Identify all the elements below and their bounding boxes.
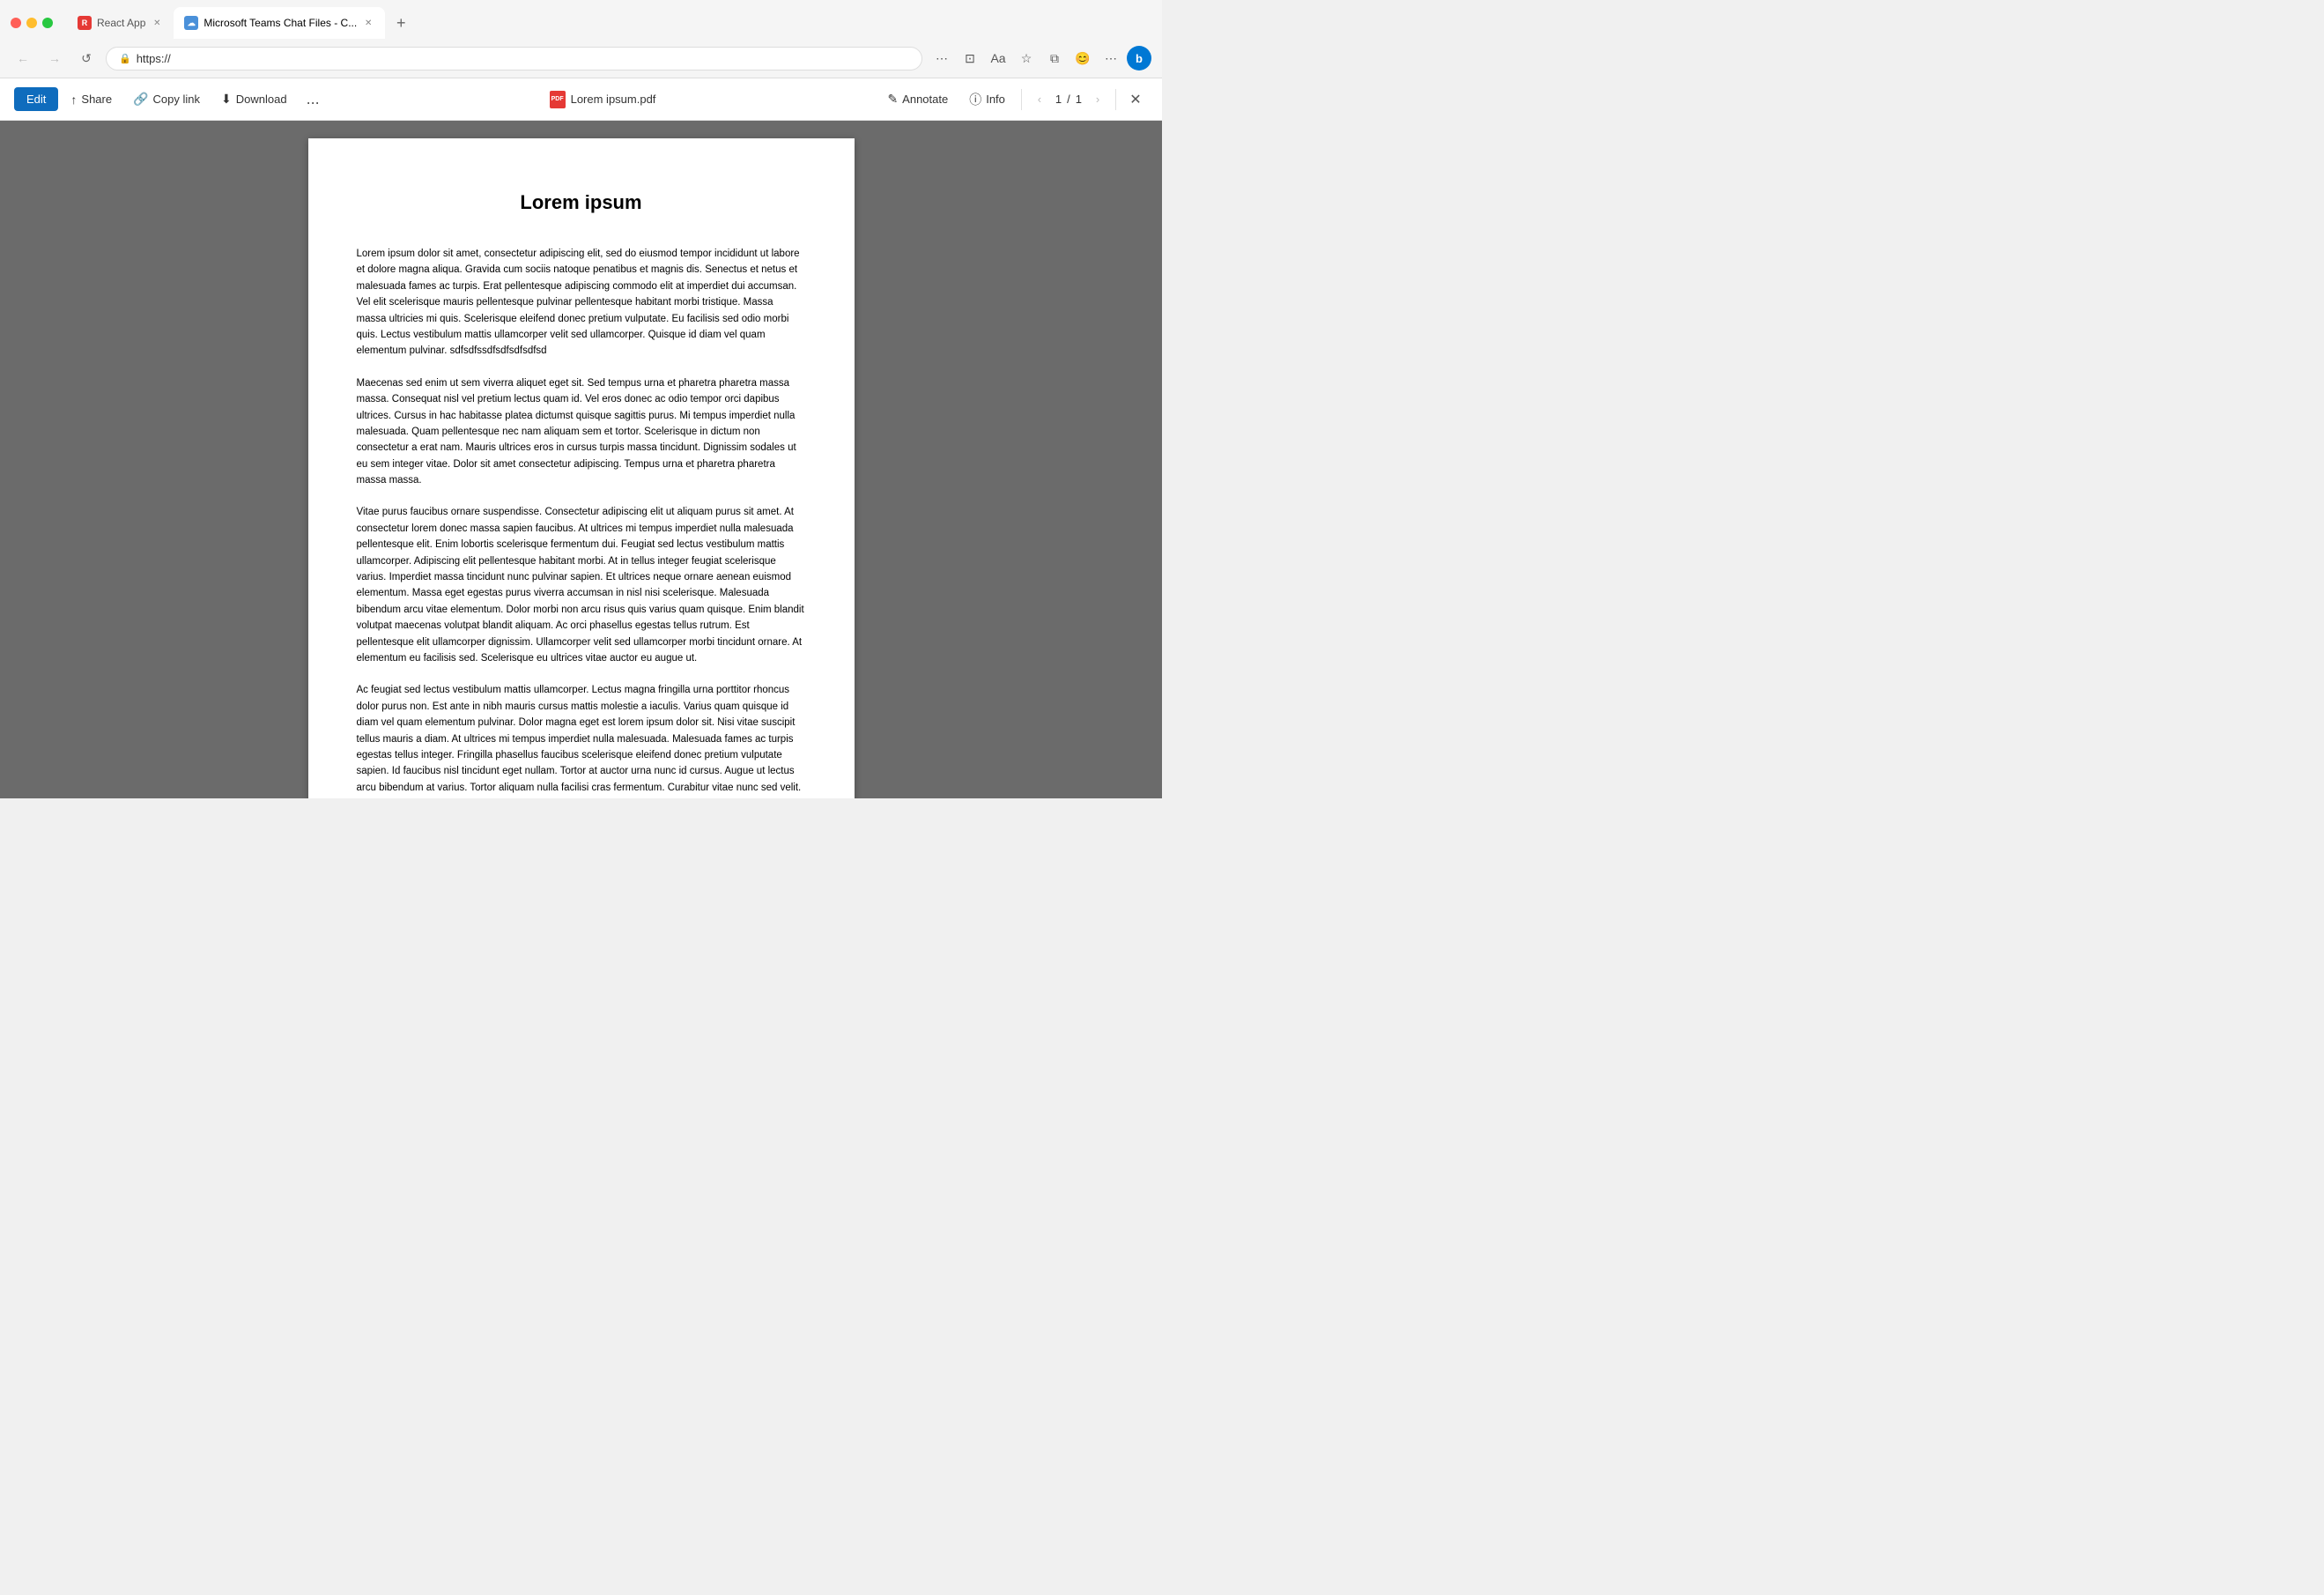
close-pdf-btn[interactable]: ✕ (1123, 87, 1148, 112)
pdf-content-area: Lorem ipsum Lorem ipsum dolor sit amet, … (0, 121, 1162, 798)
share-button[interactable]: ↑ Share (62, 87, 121, 112)
download-button[interactable]: ⬇ Download (212, 86, 296, 112)
tab-react-app-close[interactable]: ✕ (151, 17, 163, 29)
share-icon: ↑ (70, 93, 77, 107)
refresh-btn[interactable]: ↺ (74, 46, 99, 70)
reading-mode-btn[interactable]: Aa (986, 46, 1010, 70)
collections-btn[interactable]: ⧉ (1042, 46, 1067, 70)
url-bar[interactable]: 🔒 https:// (106, 47, 922, 70)
extensions-btn[interactable]: ⋯ (929, 46, 954, 70)
download-icon: ⬇ (221, 92, 232, 107)
maximize-window-btn[interactable] (42, 18, 53, 28)
pdf-navigation: ‹ 1 / 1 › (1029, 89, 1108, 110)
close-window-btn[interactable] (11, 18, 21, 28)
pdf-toolbar: Edit ↑ Share 🔗 Copy link ⬇ Download ... … (0, 78, 1162, 121)
toolbar-divider-2 (1115, 89, 1116, 110)
copy-link-button[interactable]: 🔗 Copy link (124, 86, 209, 112)
browser-actions: ⋯ ⊡ Aa ☆ ⧉ 😊 ⋯ b (929, 46, 1151, 70)
pdf-paragraph-2: Maecenas sed enim ut sem viverra aliquet… (357, 375, 806, 489)
forward-btn[interactable]: → (42, 46, 67, 70)
tab-teams-label: Microsoft Teams Chat Files - C... (204, 17, 357, 29)
tab-bar: R React App ✕ ☁ Microsoft Teams Chat Fil… (0, 0, 1162, 39)
favorites-btn[interactable]: ☆ (1014, 46, 1039, 70)
window-controls (11, 18, 53, 28)
tab-react-app-icon: R (78, 16, 92, 30)
pdf-paragraph-1: Lorem ipsum dolor sit amet, consectetur … (357, 246, 806, 360)
split-screen-btn[interactable]: ⊡ (958, 46, 982, 70)
pdf-page: Lorem ipsum Lorem ipsum dolor sit amet, … (308, 138, 855, 798)
link-icon: 🔗 (133, 92, 148, 107)
toolbar-divider-1 (1021, 89, 1022, 110)
info-button[interactable]: ⓘ Info (960, 85, 1014, 114)
tab-teams-close[interactable]: ✕ (362, 17, 374, 29)
more-btn[interactable]: ⋯ (1099, 46, 1123, 70)
url-text: https:// (137, 52, 171, 65)
pdf-paragraph-3: Vitae purus faucibus ornare suspendisse.… (357, 504, 806, 666)
pdf-filename-center: PDF Lorem ipsum.pdf (330, 91, 876, 108)
tab-teams-icon: ☁ (184, 16, 198, 30)
back-btn[interactable]: ← (11, 46, 35, 70)
page-current: 1 (1055, 93, 1062, 106)
profile-btn[interactable]: 😊 (1070, 46, 1095, 70)
tab-teams-chat[interactable]: ☁ Microsoft Teams Chat Files - C... ✕ (174, 7, 385, 39)
pdf-filename-text: Lorem ipsum.pdf (571, 93, 656, 106)
pdf-file-icon: PDF (550, 91, 566, 108)
next-page-btn[interactable]: › (1087, 89, 1108, 110)
page-separator: / (1067, 93, 1070, 106)
more-options-btn[interactable]: ... (300, 86, 327, 112)
pdf-title: Lorem ipsum (357, 191, 806, 214)
new-tab-btn[interactable]: + (389, 11, 413, 35)
tab-react-app[interactable]: R React App ✕ (67, 7, 174, 39)
bing-btn[interactable]: b (1127, 46, 1151, 70)
annotate-button[interactable]: ✎ Annotate (878, 86, 957, 112)
info-icon: ⓘ (969, 91, 981, 108)
browser-chrome: R React App ✕ ☁ Microsoft Teams Chat Fil… (0, 0, 1162, 78)
page-total: 1 (1076, 93, 1082, 106)
prev-page-btn[interactable]: ‹ (1029, 89, 1050, 110)
address-bar: ← → ↺ 🔒 https:// ⋯ ⊡ Aa ☆ ⧉ 😊 ⋯ b (0, 39, 1162, 78)
annotate-icon: ✎ (887, 92, 898, 107)
edit-button[interactable]: Edit (14, 87, 58, 111)
tab-react-app-label: React App (97, 17, 145, 29)
pdf-paragraph-4: Ac feugiat sed lectus vestibulum mattis … (357, 682, 806, 798)
minimize-window-btn[interactable] (26, 18, 37, 28)
lock-icon: 🔒 (119, 53, 131, 64)
